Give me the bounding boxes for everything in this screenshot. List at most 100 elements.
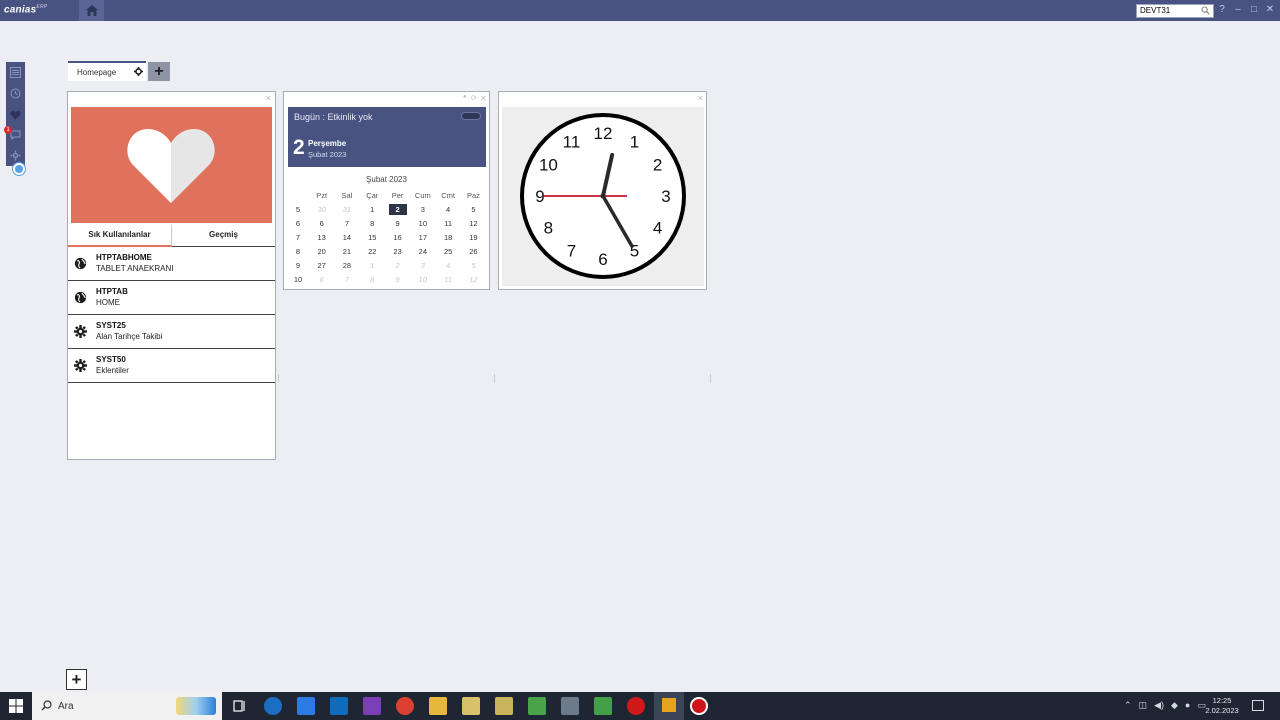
file-explorer-icon[interactable] bbox=[429, 697, 447, 715]
close-icon[interactable]: ✕ bbox=[480, 94, 487, 103]
calendar-day[interactable]: 8 bbox=[360, 272, 385, 286]
calendar-day[interactable]: 11 bbox=[435, 272, 460, 286]
search-icon[interactable] bbox=[1201, 6, 1210, 15]
taskbar-search[interactable]: Ara bbox=[32, 692, 222, 720]
calendar-day[interactable]: 16 bbox=[385, 230, 410, 244]
taskbar-clock[interactable]: 12:25 2.02.2023 bbox=[1205, 696, 1239, 716]
week-number: 7 bbox=[295, 232, 301, 242]
calendar-day[interactable]: 7 bbox=[334, 272, 359, 286]
windows-start-icon[interactable] bbox=[9, 699, 23, 713]
calendar-day[interactable]: 5 bbox=[461, 202, 486, 216]
notification-center-icon[interactable] bbox=[1252, 700, 1264, 711]
calendar-day[interactable]: 28 bbox=[334, 258, 359, 272]
minimize-icon[interactable]: – bbox=[1233, 3, 1243, 17]
calendar-day[interactable]: 26 bbox=[461, 244, 486, 258]
calendar-day[interactable]: 3 bbox=[410, 258, 435, 272]
calendar-day[interactable]: 6 bbox=[309, 272, 334, 286]
calendar-day[interactable]: 22 bbox=[360, 244, 385, 258]
home-button[interactable] bbox=[79, 0, 104, 21]
maximize-icon[interactable]: □ bbox=[1249, 3, 1259, 17]
calendar-day[interactable]: 24 bbox=[410, 244, 435, 258]
canias-app-icon[interactable] bbox=[654, 692, 684, 720]
tab-gear-icon[interactable] bbox=[134, 67, 143, 76]
visual-studio-icon[interactable] bbox=[363, 697, 381, 715]
calendar-day[interactable]: 31 bbox=[334, 202, 359, 216]
volume-icon[interactable]: ◀) bbox=[1154, 700, 1164, 711]
app-icon[interactable] bbox=[561, 697, 579, 715]
microphone-icon[interactable]: ● bbox=[1185, 700, 1190, 711]
favorite-desc: TABLET ANAEKRANI bbox=[96, 264, 174, 273]
calendar-day[interactable]: 13 bbox=[309, 230, 334, 244]
calendar-toggle[interactable] bbox=[461, 112, 481, 120]
network-icon[interactable]: ◫ bbox=[1139, 700, 1148, 711]
calendar-day[interactable]: 6 bbox=[309, 216, 334, 230]
calendar-day[interactable]: 11 bbox=[435, 216, 460, 230]
calendar-day[interactable]: 4 bbox=[435, 258, 460, 272]
calendar-day[interactable]: 25 bbox=[435, 244, 460, 258]
calendar-day[interactable]: 12 bbox=[461, 216, 486, 230]
calendar-day[interactable]: 7 bbox=[334, 216, 359, 230]
settings-icon[interactable] bbox=[9, 149, 22, 162]
task-view-icon[interactable] bbox=[231, 697, 249, 715]
calendar-day[interactable]: 20 bbox=[309, 244, 334, 258]
calendar-day[interactable]: 14 bbox=[334, 230, 359, 244]
record-icon[interactable] bbox=[690, 697, 708, 715]
close-icon[interactable]: ✕ bbox=[1265, 3, 1275, 17]
calendar-day[interactable]: 4 bbox=[435, 202, 460, 216]
calendar-day[interactable]: 8 bbox=[360, 216, 385, 230]
calendar-day[interactable]: 21 bbox=[334, 244, 359, 258]
calendar-day[interactable]: 1 bbox=[360, 258, 385, 272]
tab-history[interactable]: Geçmiş bbox=[172, 225, 275, 247]
calendar-day[interactable]: 2 bbox=[385, 202, 410, 216]
calendar-day[interactable]: 5 bbox=[461, 258, 486, 272]
favorite-item[interactable]: HTPTAB HOME bbox=[68, 281, 275, 315]
favorite-item[interactable]: HTPTABHOME TABLET ANAEKRANI bbox=[68, 247, 275, 281]
calendar-day[interactable]: 3 bbox=[410, 202, 435, 216]
calendar-day[interactable]: 18 bbox=[435, 230, 460, 244]
clock-center bbox=[600, 193, 606, 199]
calendar-day[interactable]: 30 bbox=[309, 202, 334, 216]
calendar-day[interactable]: 23 bbox=[385, 244, 410, 258]
favorite-item[interactable]: SYST25 Alan Tarihçe Takibi bbox=[68, 315, 275, 349]
favorites-heart-icon[interactable] bbox=[9, 108, 22, 121]
app-icon[interactable] bbox=[495, 697, 513, 715]
chrome-icon[interactable] bbox=[396, 697, 414, 715]
close-icon[interactable]: ✕ bbox=[265, 94, 272, 103]
app-icon[interactable] bbox=[594, 697, 612, 715]
calendar-day[interactable]: 9 bbox=[385, 216, 410, 230]
calendar-day[interactable]: 10 bbox=[410, 272, 435, 286]
app-icon[interactable] bbox=[462, 697, 480, 715]
favorite-item[interactable]: SYST50 Eklentiler bbox=[68, 349, 275, 383]
calendar-day[interactable]: 10 bbox=[410, 216, 435, 230]
calendar-day[interactable]: 17 bbox=[410, 230, 435, 244]
favorite-code: HTPTABHOME bbox=[96, 253, 152, 262]
history-clock-icon[interactable] bbox=[9, 87, 22, 100]
weekday-header: Cum bbox=[414, 190, 431, 200]
rail-status-dot[interactable] bbox=[13, 163, 25, 175]
calendar-day[interactable]: 27 bbox=[309, 258, 334, 272]
app-icon[interactable] bbox=[297, 697, 315, 715]
opera-icon[interactable] bbox=[627, 697, 645, 715]
app-icon[interactable] bbox=[528, 697, 546, 715]
outlook-icon[interactable] bbox=[330, 697, 348, 715]
add-tab-button[interactable]: + bbox=[148, 62, 170, 81]
dropbox-icon[interactable]: ◆ bbox=[1171, 700, 1178, 711]
pin-icon[interactable]: ● bbox=[463, 94, 467, 100]
tab-homepage[interactable]: Homepage bbox=[68, 61, 146, 81]
heart-icon bbox=[127, 129, 215, 203]
calendar-month-title[interactable]: Şubat 2023 bbox=[284, 175, 489, 184]
help-icon[interactable]: ? bbox=[1217, 3, 1227, 17]
refresh-icon[interactable]: ⟳ bbox=[471, 94, 477, 102]
tab-favorites[interactable]: Sık Kullanılanlar bbox=[68, 225, 172, 247]
calendar-day[interactable]: 2 bbox=[385, 258, 410, 272]
edge-app-icon[interactable] bbox=[264, 697, 282, 715]
add-widget-button[interactable]: + bbox=[66, 669, 87, 690]
calendar-day[interactable]: 12 bbox=[461, 272, 486, 286]
chevron-up-icon[interactable]: ⌃ bbox=[1124, 700, 1132, 711]
session-search-input[interactable]: DEVT31 bbox=[1136, 4, 1214, 18]
calendar-day[interactable]: 15 bbox=[360, 230, 385, 244]
calendar-day[interactable]: 19 bbox=[461, 230, 486, 244]
calendar-day[interactable]: 1 bbox=[360, 202, 385, 216]
menu-list-icon[interactable] bbox=[9, 66, 22, 79]
calendar-day[interactable]: 9 bbox=[385, 272, 410, 286]
